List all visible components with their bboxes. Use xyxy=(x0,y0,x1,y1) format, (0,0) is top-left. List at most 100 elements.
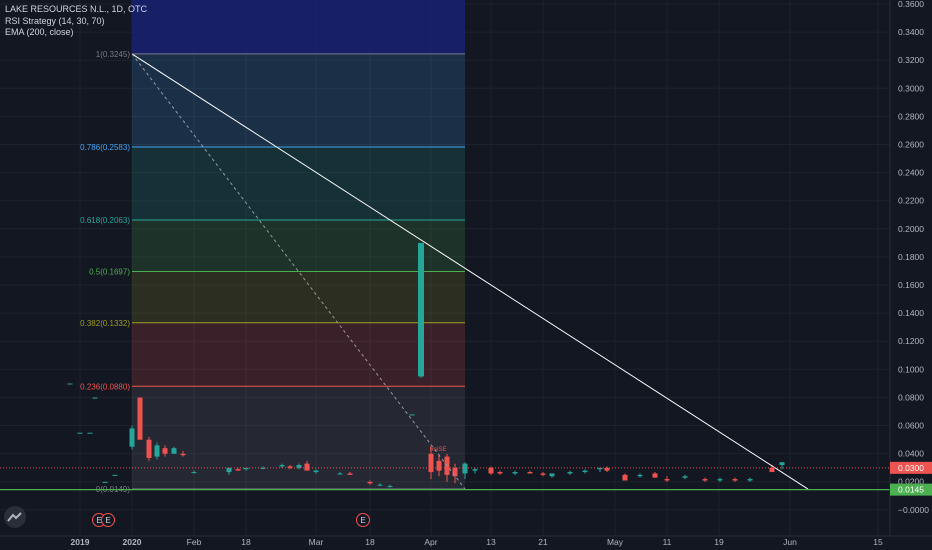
fib-band xyxy=(132,53,465,147)
candle-body xyxy=(112,474,118,476)
time-label: 21 xyxy=(538,537,548,547)
candle-body xyxy=(540,473,546,475)
candle-body xyxy=(488,467,494,474)
time-label: Mar xyxy=(309,537,324,547)
price-label: 0.3200 xyxy=(898,55,924,65)
time-label: 2019 xyxy=(71,537,90,547)
fib-level-label: 0.786(0.2583) xyxy=(80,143,130,152)
price-label: 0.2800 xyxy=(898,111,924,121)
fib-level-label: 0.618(0.2063) xyxy=(80,216,130,225)
fib-level-label: 1(0.3245) xyxy=(96,50,131,59)
candle-body xyxy=(137,397,143,440)
strategy-signal-label: RsiSE xyxy=(430,447,447,453)
candle-body xyxy=(512,472,518,474)
ema-label[interactable]: EMA (200, close) xyxy=(5,27,147,39)
candle-body xyxy=(279,465,285,467)
time-axis[interactable]: 2019 2020 Feb 18 Mar 18 Apr 13 21 May 11 19 Jun 15 xyxy=(0,535,932,547)
candle-body xyxy=(377,484,383,486)
price-label: 0.2400 xyxy=(898,168,924,178)
candle-body xyxy=(180,453,186,456)
fib-band xyxy=(132,146,465,221)
time-label: 15 xyxy=(873,537,883,547)
candle-body xyxy=(367,481,373,484)
support-price-tag: 0.0145 xyxy=(890,483,932,496)
candle-body xyxy=(235,469,241,471)
earnings-marker-label: E xyxy=(105,516,110,525)
time-label: 18 xyxy=(365,537,375,547)
candle-body xyxy=(171,448,177,454)
price-label: 0.1600 xyxy=(898,280,924,290)
chart-legend: LAKE RESOURCES N.L., 1D, OTC RSI Strateg… xyxy=(5,4,147,39)
price-label: 0.0400 xyxy=(898,449,924,459)
time-label: 19 xyxy=(714,537,724,547)
candle-body xyxy=(582,470,588,473)
candle-body xyxy=(747,479,753,481)
candle-body xyxy=(682,476,688,478)
candle-body xyxy=(436,460,442,471)
tradingview-logo-icon[interactable] xyxy=(4,506,26,528)
time-label: Feb xyxy=(187,537,202,547)
price-label: 0.2600 xyxy=(898,140,924,150)
candle-body xyxy=(409,414,415,416)
candle-body xyxy=(472,469,478,471)
strategy-label[interactable]: RSI Strategy (14, 30, 70) xyxy=(5,16,147,28)
fib-band xyxy=(132,220,465,272)
fib-level-label: 0.382(0.1332) xyxy=(80,319,130,328)
earnings-marker-icon: E xyxy=(101,513,115,527)
time-label: May xyxy=(607,537,624,547)
candle-body xyxy=(226,467,232,473)
time-label: 2020 xyxy=(123,537,142,547)
candle-body xyxy=(67,383,73,385)
candle-body xyxy=(428,453,434,473)
candle-body xyxy=(622,474,628,481)
candle-body xyxy=(769,467,775,473)
fib-level-label: 0.5(0.1697) xyxy=(89,267,130,276)
candle-body xyxy=(313,470,319,473)
candle-body xyxy=(637,474,643,477)
candle-body xyxy=(191,472,197,474)
candle-body xyxy=(387,486,393,488)
fib-band xyxy=(132,322,465,387)
price-label: 0.1800 xyxy=(898,252,924,262)
candle-body xyxy=(527,472,533,474)
candle-body xyxy=(304,463,310,471)
time-label: 13 xyxy=(486,537,496,547)
candle-body xyxy=(717,479,723,481)
price-label: 0.3600 xyxy=(898,0,924,9)
candle-body xyxy=(549,473,555,477)
candle-body xyxy=(146,439,152,458)
candle-body xyxy=(129,428,135,447)
candle-body xyxy=(567,472,573,474)
candle-body xyxy=(92,397,98,399)
price-label: 0.3000 xyxy=(898,83,924,93)
price-label: 0.0800 xyxy=(898,392,924,402)
candle-body xyxy=(154,445,160,457)
candle-body xyxy=(702,479,708,481)
fib-band xyxy=(132,386,465,490)
candle-body xyxy=(77,432,83,434)
symbol-title[interactable]: LAKE RESOURCES N.L., 1D, OTC xyxy=(5,4,147,16)
candle-body xyxy=(87,432,93,434)
candle-body xyxy=(452,467,458,477)
earnings-marker-icon: E xyxy=(356,513,370,527)
fib-band-top xyxy=(132,0,465,54)
time-label: Apr xyxy=(424,537,437,547)
price-label: 0.2200 xyxy=(898,196,924,206)
price-axis[interactable]: 0.3600 0.3400 0.3200 0.3000 0.2800 0.2600 0.24… xyxy=(889,0,932,550)
candle-body xyxy=(462,463,468,474)
earnings-marker-label: E xyxy=(360,516,365,525)
candle-body xyxy=(162,448,168,454)
candle-body xyxy=(337,473,343,475)
candle-body xyxy=(779,462,785,466)
candle-body xyxy=(418,242,424,377)
price-label: −0.0000 xyxy=(898,505,929,515)
fib-band xyxy=(132,271,465,323)
price-label: 0.2000 xyxy=(898,224,924,234)
candle-body xyxy=(102,481,108,483)
price-label: 0.1200 xyxy=(898,336,924,346)
time-label: 11 xyxy=(663,537,672,547)
price-label: 0.1400 xyxy=(898,308,924,318)
candle-body xyxy=(664,479,670,481)
chart-canvas[interactable]: 1(0.3245) 0.786(0.2583) 0.618(0.2063) 0.5(0… xyxy=(0,0,932,550)
time-label: 18 xyxy=(241,537,251,547)
